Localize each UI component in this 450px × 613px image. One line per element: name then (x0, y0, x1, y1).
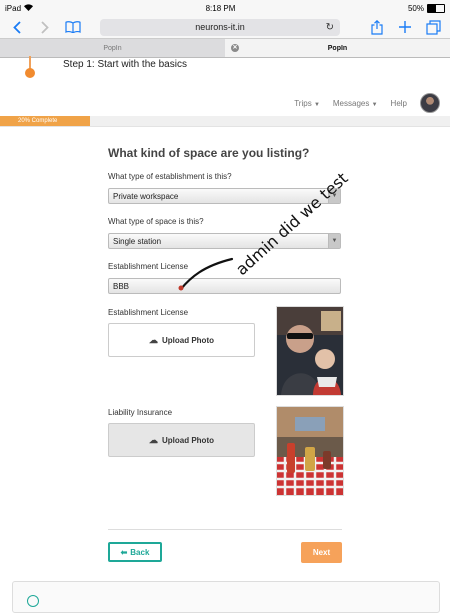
upload-button-label: Upload Photo (162, 435, 214, 445)
space-type-select[interactable]: Single station ▼ (108, 233, 341, 249)
wifi-icon (24, 3, 34, 13)
cloud-upload-icon: ☁ (149, 434, 158, 445)
new-tab-plus-icon[interactable] (396, 18, 414, 36)
handwritten-annotation: admin did we test (178, 169, 352, 291)
establishment-license-value: BBB (113, 282, 130, 291)
device-name: iPad (5, 3, 22, 13)
forward-chevron-icon[interactable] (36, 18, 54, 36)
establishment-type-label: What type of establishment is this? (108, 172, 232, 181)
chevron-down-icon: ▼ (313, 101, 320, 108)
next-button-label: Next (312, 548, 331, 557)
next-button[interactable]: Next (301, 542, 342, 563)
cloud-upload-icon: ☁ (149, 334, 158, 345)
tab-popin-active[interactable]: ✕ PopIn (225, 39, 450, 57)
reload-icon[interactable]: ↻ (326, 22, 334, 33)
page-heading: What kind of space are you listing? (108, 146, 310, 160)
browser-tab-bar: PopIn ✕ PopIn (0, 38, 450, 58)
license-photo-label: Establishment License (108, 308, 189, 317)
info-circle-icon (27, 595, 39, 607)
handwriting-line-1: admin did we test (232, 169, 352, 279)
step-title: Step 1: Start with the basics (63, 59, 187, 70)
tab-label: PopIn (327, 44, 348, 52)
back-button[interactable]: ⬅ Back (108, 542, 162, 562)
dropdown-arrow-icon: ▼ (328, 189, 340, 203)
nav-trips[interactable]: Trips ▼ (294, 99, 320, 108)
dropdown-arrow-icon: ▼ (328, 234, 340, 248)
upload-license-photo-button[interactable]: ☁ Upload Photo (108, 323, 255, 357)
share-icon[interactable] (368, 18, 386, 36)
close-tab-icon[interactable]: ✕ (231, 44, 239, 52)
tab-label: PopIn (103, 44, 122, 52)
bookmarks-book-icon[interactable] (64, 18, 82, 36)
battery-icon (426, 3, 445, 13)
liability-insurance-label: Liability Insurance (108, 408, 173, 417)
nav-help[interactable]: Help (391, 99, 407, 108)
battery-percent: 50% (407, 3, 424, 13)
upload-button-label: Upload Photo (162, 335, 214, 345)
establishment-license-input[interactable]: BBB (108, 278, 341, 294)
establishment-type-select[interactable]: Private workspace ▼ (108, 188, 341, 204)
tab-popin-inactive[interactable]: PopIn (0, 39, 225, 57)
upload-insurance-photo-button[interactable]: ☁ Upload Photo (108, 423, 255, 457)
arrow-left-icon: ⬅ (120, 547, 128, 557)
insurance-photo-thumbnail (276, 406, 344, 496)
establishment-license-label: Establishment License (108, 262, 189, 271)
clock: 8:18 PM (205, 3, 236, 13)
progress-fill: 20% Complete (0, 116, 90, 126)
chevron-down-icon: ▼ (371, 101, 378, 108)
back-button-label: Back (130, 547, 150, 557)
space-type-label: What type of space is this? (108, 217, 204, 226)
tabs-overview-icon[interactable] (424, 18, 442, 36)
establishment-type-value: Private workspace (113, 192, 179, 201)
step-header: Step 1: Start with the basics (0, 56, 450, 78)
form-divider (108, 529, 342, 530)
address-bar[interactable]: neurons-it.in ↻ (100, 18, 340, 36)
top-nav: Trips ▼ Messages ▼ Help (294, 93, 440, 113)
ios-status-bar: iPad 8:18 PM 50% (0, 0, 450, 16)
browser-toolbar: neurons-it.in ↻ (0, 16, 450, 38)
back-chevron-icon[interactable] (8, 18, 26, 36)
progress-bar: 20% Complete (0, 116, 450, 127)
logo-pin-icon (25, 68, 35, 78)
progress-label: 20% Complete (18, 118, 58, 124)
footer-panel (12, 581, 440, 613)
nav-messages[interactable]: Messages ▼ (333, 99, 378, 108)
license-photo-thumbnail (276, 306, 344, 396)
url-text: neurons-it.in (195, 22, 245, 32)
space-type-value: Single station (113, 237, 162, 246)
user-avatar[interactable] (420, 93, 440, 113)
